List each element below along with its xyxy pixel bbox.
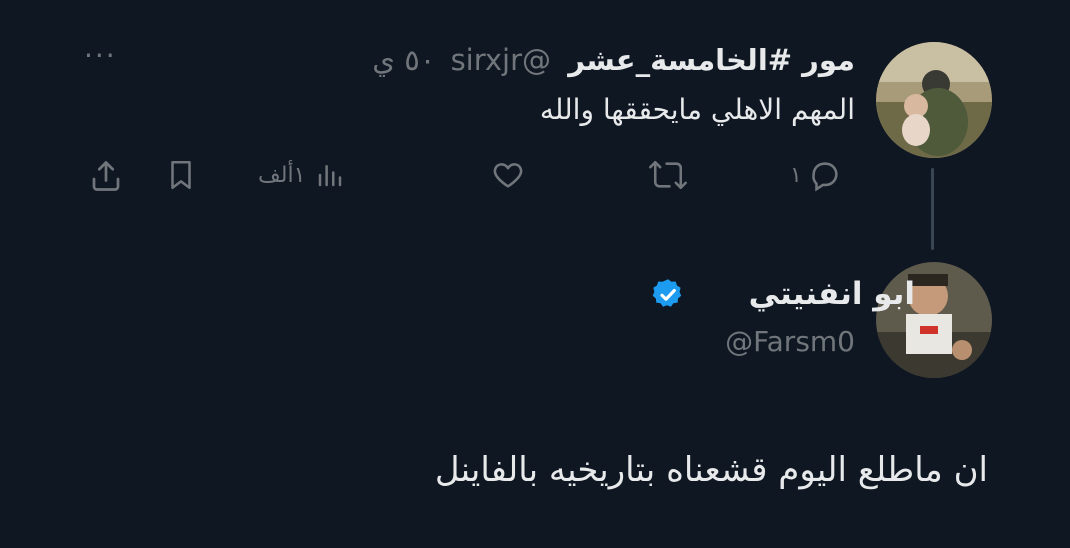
- views-button[interactable]: ١ألف: [258, 160, 347, 190]
- verified-badge-icon: [652, 279, 682, 307]
- tweet-author-name[interactable]: مور #الخامسة_عشر: [568, 43, 855, 77]
- bookmark-button[interactable]: [164, 158, 198, 192]
- reply-text: ان ماطلع اليوم قشعناه بتاريخيه بالفاينل: [434, 450, 988, 490]
- reply-author-handle[interactable]: @Farsm0: [725, 324, 855, 360]
- tweet-header: مور #الخامسة_عشر @sirxjr ٥٠ ي: [372, 42, 855, 78]
- reply-count: ١: [790, 162, 802, 188]
- retweet-icon: [649, 160, 687, 190]
- reply-icon: [812, 162, 838, 192]
- more-icon[interactable]: ···: [84, 42, 117, 70]
- bookmark-icon: [171, 160, 191, 190]
- tweet-text: المهم الاهلي مايحققها والله: [539, 93, 855, 126]
- share-button[interactable]: [88, 158, 124, 194]
- views-count: ١ألف: [258, 162, 306, 188]
- reply-author-name[interactable]: ابو انفنيتي: [749, 275, 915, 313]
- reply-button[interactable]: ١: [790, 158, 842, 192]
- tweet-author-handle[interactable]: @sirxjr: [451, 43, 551, 77]
- tweet-actions: ١ ١ألف: [0, 158, 1070, 198]
- retweet-button[interactable]: [648, 158, 694, 192]
- share-icon: [92, 161, 120, 191]
- views-icon: [319, 165, 342, 187]
- tweet-time[interactable]: ٥٠ ي: [372, 43, 435, 77]
- avatar-tweet-author[interactable]: [876, 42, 992, 158]
- like-icon: [493, 163, 523, 188]
- like-button[interactable]: [490, 158, 532, 192]
